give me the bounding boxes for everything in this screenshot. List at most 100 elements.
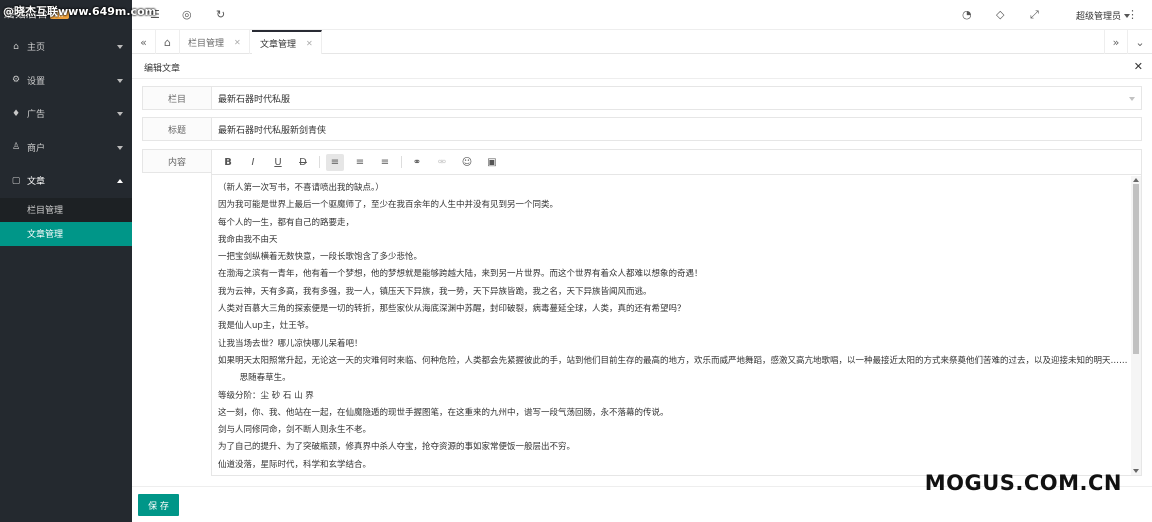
editor-line: 如果明天太阳照常升起，无论这一天的灾难何时来临、何种危险，人类都会先紧握彼此的手…: [218, 355, 1128, 366]
align-left-icon[interactable]: ≡: [326, 153, 344, 171]
sidebar: 蘑菇后台 VIP ⌂ 主页 ⚙ 设置 ♦ 广告 ♙ 商户 ▢ 文章 栏目管理 文章…: [0, 0, 132, 522]
sidebar-item-label: 广告: [27, 110, 46, 121]
user-name: 超级管理员: [1075, 12, 1121, 22]
editor-line: 为了自己的提升、为了突破瓶颈，修真界中杀人夺宝，抢夺资源的事如家常便饭一般层出不…: [218, 442, 576, 453]
editor-line: 剑与人同修同命，剑不断人则永生不老。: [218, 425, 372, 436]
italic-icon[interactable]: I: [244, 154, 262, 171]
editor-line: 每个人的一生，都有自己的路要走，: [218, 217, 355, 228]
panel-title: 编辑文章: [144, 64, 181, 74]
top-header: ☰ ◎ ↻ ◔ ◇ ⤢ 超级管理员 ⋮: [132, 0, 1152, 30]
title-label: 标题: [142, 117, 211, 141]
tab-article-manage[interactable]: 文章管理 ✕: [252, 30, 322, 54]
editor-line: （新人第一次写书，不喜请喷出我的缺点。）: [218, 183, 384, 193]
title-input[interactable]: 最新石器时代私服新剑青侠: [211, 117, 1142, 141]
sidebar-item-label: 主页: [27, 43, 46, 54]
tab-label: 栏目管理: [188, 38, 225, 49]
dashboard-icon[interactable]: ◔: [962, 8, 972, 21]
align-center-icon[interactable]: ≡: [351, 154, 369, 171]
link-icon[interactable]: ⚭: [408, 154, 426, 171]
emoji-icon[interactable]: ☺: [458, 154, 476, 171]
editor-line: 一把宝剑纵横着无数快意，一段长歌饱含了多少悲怆。: [218, 252, 423, 263]
content-row: 内容 B I U D ≡ ≡ ≡ ⚭ ⚮ ☺ ▣ （新人第一次写书，不喜请喷出我…: [142, 149, 1142, 476]
main-content: 编辑文章 ✕ 栏目 最新石器时代私服 标题 最新石器时代私服新剑青侠 内容 B …: [132, 55, 1152, 522]
editor-line: 因为我可能是世界上最后一个驱魔师了，至少在我百余年的人生中并没有见到另一个同类。: [218, 200, 559, 211]
globe-icon[interactable]: ◎: [182, 8, 192, 21]
underline-icon[interactable]: U: [269, 154, 287, 171]
tab-category-manage[interactable]: 栏目管理 ✕: [180, 30, 250, 54]
sidebar-submenu: 栏目管理 文章管理: [0, 197, 132, 246]
sidebar-item-ads[interactable]: ♦ 广告: [0, 97, 132, 131]
diamond-icon: ♦: [11, 108, 21, 119]
editor-line: 我为云神，天有多高，我有多强，我一人，镇压天下异族，我一势，天下异族皆跪，我之名…: [218, 286, 652, 297]
editor-line: 让我当场去世？哪儿凉快哪儿呆着吧！: [218, 338, 363, 349]
gear-icon: ⚙: [11, 75, 21, 86]
sidebar-item-settings[interactable]: ⚙ 设置: [0, 64, 132, 98]
image-icon[interactable]: ▣: [483, 154, 501, 171]
chevron-down-icon: [1129, 97, 1135, 101]
category-label: 栏目: [142, 86, 211, 110]
editor-line: 这一刻，你、我、他站在一起，在仙魔隐遁的现世手握图笔，在这重来的九州中，谱写一段…: [218, 407, 669, 418]
editor-text-area[interactable]: （新人第一次写书，不喜请喷出我的缺点。） 因为我可能是世界上最后一个驱魔师了，至…: [212, 176, 1141, 475]
home-icon: ⌂: [164, 35, 171, 49]
sidebar-item-category-manage[interactable]: 栏目管理: [0, 198, 132, 222]
watermark-top: @晓杰互联www.649m.com: [3, 5, 157, 18]
watermark-bottom: MOGUS.COM.CN: [924, 471, 1122, 495]
close-icon[interactable]: ✕: [1134, 60, 1143, 73]
category-value: 最新石器时代私服: [218, 94, 291, 105]
category-select[interactable]: 最新石器时代私服: [211, 86, 1142, 110]
chevron-down-icon: [117, 112, 123, 116]
refresh-icon[interactable]: ↻: [216, 8, 225, 21]
chevron-down-icon: [117, 45, 123, 49]
editor-toolbar: B I U D ≡ ≡ ≡ ⚭ ⚮ ☺ ▣: [212, 150, 1141, 175]
title-row: 标题 最新石器时代私服新剑青侠: [142, 117, 1142, 141]
sidebar-item-article-manage[interactable]: 文章管理: [0, 221, 132, 246]
user-icon: ♙: [11, 142, 21, 153]
document-icon: ▢: [11, 175, 21, 186]
scroll-left-button[interactable]: «: [132, 30, 156, 54]
sidebar-item-merchants[interactable]: ♙ 商户: [0, 131, 132, 165]
close-icon[interactable]: ✕: [306, 39, 313, 48]
sidebar-item-label: 文章: [27, 177, 46, 188]
toolbar-separator: [401, 156, 402, 168]
tab-bar: « ⌂ 栏目管理 ✕ 文章管理 ✕ » ⌄: [132, 30, 1152, 54]
editor-line: 我命由我不由天: [218, 234, 278, 245]
sidebar-item-label: 设置: [27, 76, 46, 87]
rich-text-editor: B I U D ≡ ≡ ≡ ⚭ ⚮ ☺ ▣ （新人第一次写书，不喜请喷出我的缺点…: [211, 149, 1142, 476]
bold-icon[interactable]: B: [219, 154, 237, 171]
tab-label: 文章管理: [260, 39, 297, 50]
user-menu[interactable]: 超级管理员: [1076, 9, 1130, 22]
editor-line: 思随春草生。: [218, 373, 291, 384]
editor-line: 等级分阶：尘 砂 石 山 界: [218, 390, 314, 401]
sidebar-item-label: 商户: [27, 143, 46, 154]
divider: [132, 78, 1152, 79]
chevron-down-icon: ⌄: [1135, 35, 1145, 49]
tab-options-button[interactable]: ⌄: [1128, 30, 1152, 54]
chevron-up-icon: [117, 179, 123, 183]
editor-line: 人类对百慕大三角的探索便是一切的转折，那些家伙从海底深渊中苏醒，封印破裂，病毒蔓…: [218, 304, 686, 315]
scrollbar-thumb[interactable]: [1133, 184, 1139, 354]
scroll-up-icon[interactable]: [1133, 178, 1139, 182]
unlink-icon[interactable]: ⚮: [433, 154, 451, 171]
save-button[interactable]: 保 存: [138, 494, 179, 516]
toolbar-separator: [319, 156, 320, 168]
fullscreen-icon[interactable]: ⤢: [1030, 8, 1039, 22]
align-right-icon[interactable]: ≡: [376, 154, 394, 171]
scroll-down-icon[interactable]: [1133, 469, 1139, 473]
editor-line: 我是仙人up主，灶王爷。: [218, 321, 314, 332]
home-icon: ⌂: [13, 41, 19, 52]
editor-scrollbar[interactable]: [1131, 176, 1141, 475]
tag-icon[interactable]: ◇: [996, 8, 1004, 21]
scroll-right-button[interactable]: »: [1104, 30, 1128, 54]
home-tab[interactable]: ⌂: [156, 30, 180, 54]
category-row: 栏目 最新石器时代私服: [142, 86, 1142, 110]
title-value: 最新石器时代私服新剑青侠: [218, 125, 327, 136]
sidebar-item-home[interactable]: ⌂ 主页: [0, 30, 132, 64]
strikethrough-icon[interactable]: D: [294, 154, 312, 171]
sidebar-item-articles[interactable]: ▢ 文章: [0, 164, 132, 198]
editor-line: 在渤海之滨有一青年，他有着一个梦想，他的梦想就是能够跨越大陆，来到另一片世界。而…: [218, 269, 703, 280]
more-icon[interactable]: ⋮: [1127, 8, 1138, 21]
double-chevron-right-icon: »: [1112, 35, 1120, 49]
close-icon[interactable]: ✕: [234, 38, 241, 47]
content-label: 内容: [142, 149, 211, 173]
double-chevron-left-icon: «: [140, 35, 147, 49]
